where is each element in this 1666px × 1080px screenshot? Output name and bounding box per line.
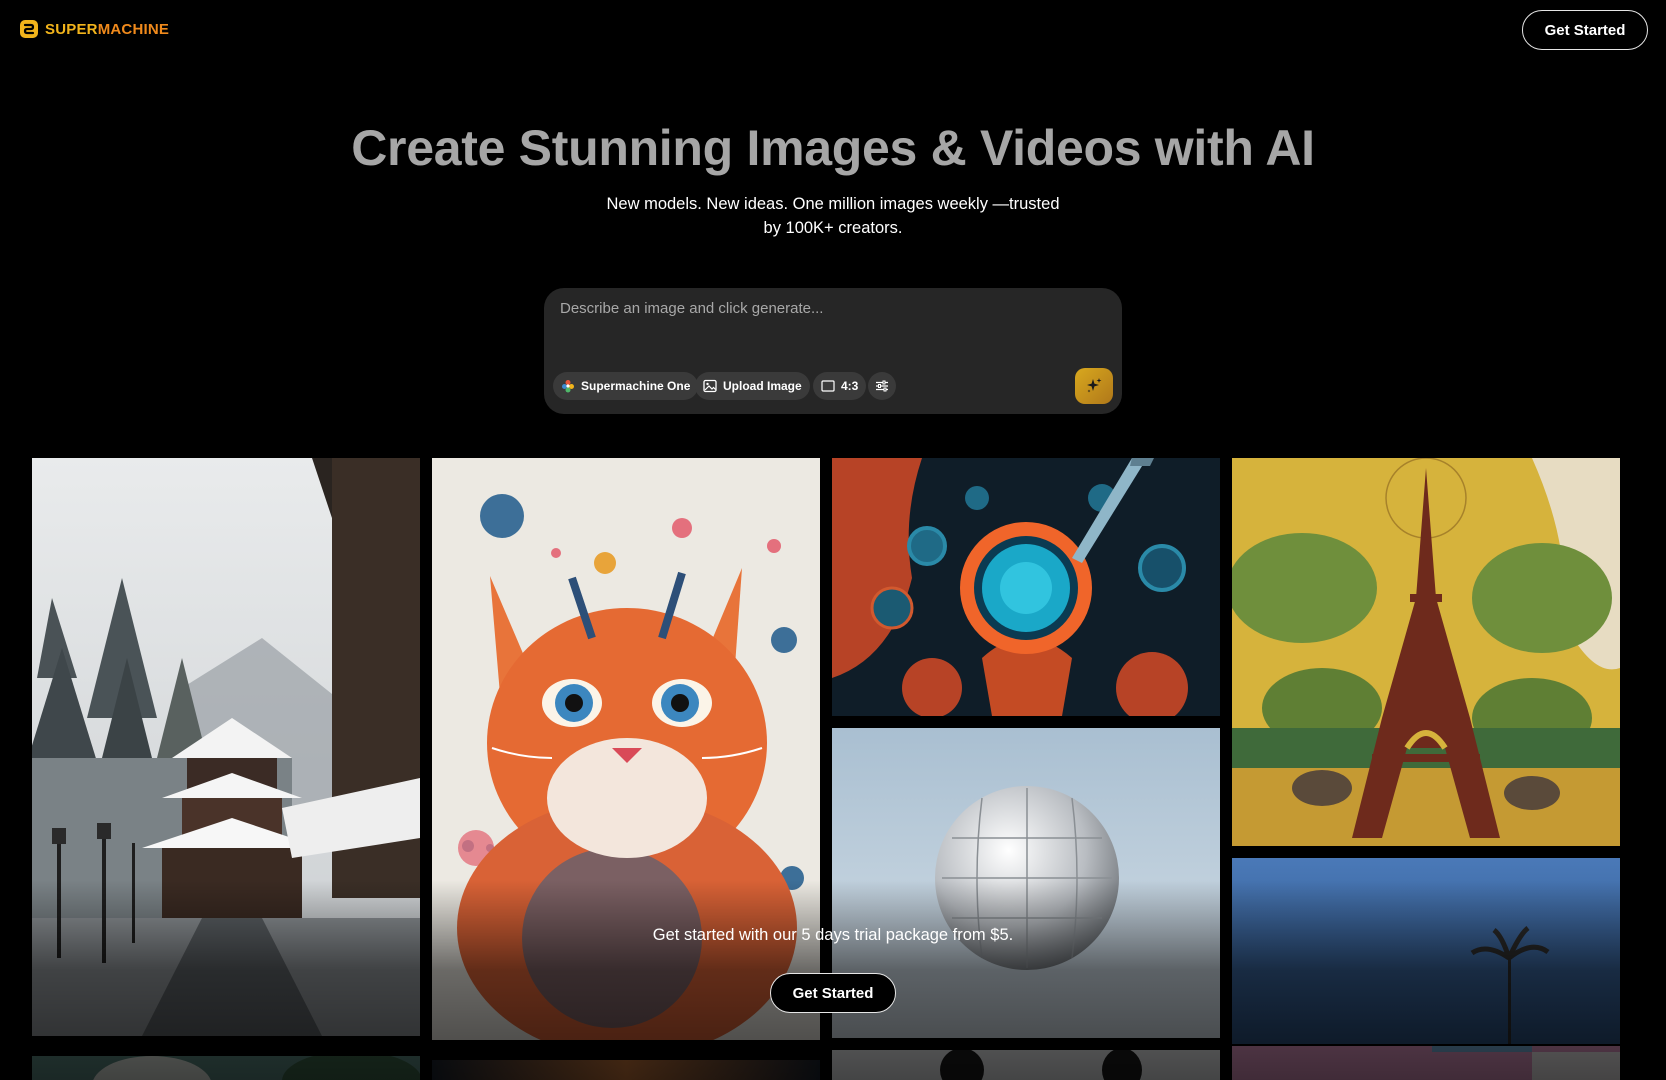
model-selector-chip[interactable]: Supermachine One (553, 372, 699, 400)
watercolor-cat-image (432, 458, 820, 1040)
orange-blur-image (432, 1060, 820, 1080)
aspect-ratio-icon (821, 380, 835, 392)
snowy-temple-image (32, 458, 420, 1036)
palm-tree-sky-image (1232, 858, 1620, 1044)
glowing-cell-image (832, 458, 1220, 716)
prompt-input[interactable] (560, 300, 1100, 360)
upload-image-chip[interactable]: Upload Image (695, 372, 810, 400)
logo-text-machine: MACHINE (97, 20, 170, 38)
supermachine-logo-icon (20, 20, 38, 38)
settings-chip[interactable] (868, 372, 896, 400)
logo-text: SUPERMACHINE (45, 21, 169, 38)
site-header: SUPERMACHINE Get Started (0, 0, 1666, 60)
gallery-item-orange-blur[interactable] (432, 1060, 820, 1080)
upload-label: Upload Image (723, 379, 802, 393)
gallery-item-watercolor-cat[interactable] (432, 458, 820, 1040)
gallery-item-glowing-cell[interactable] (832, 458, 1220, 716)
image-icon (703, 379, 717, 393)
logo[interactable]: SUPERMACHINE (19, 19, 169, 39)
prompt-box: Supermachine One Upload Image 4:3 (544, 288, 1122, 414)
gallery-item-white-flower[interactable] (32, 1056, 420, 1080)
trial-text: Get started with our 5 days trial packag… (652, 926, 1014, 944)
eiffel-tower-art-image (1232, 458, 1620, 846)
gallery-item-snowboarders[interactable] (832, 1050, 1220, 1080)
trial-get-started-button[interactable]: Get Started (770, 973, 896, 1013)
sparkle-icon (1087, 378, 1102, 393)
pink-building-image (1232, 1046, 1620, 1080)
hero-subtitle: New models. New ideas. One million image… (606, 195, 1060, 237)
gallery-item-palm-tree[interactable] (1232, 858, 1620, 1044)
gallery-item-pink-building[interactable] (1232, 1046, 1620, 1080)
model-flower-icon (562, 380, 574, 393)
header-get-started-button[interactable]: Get Started (1522, 10, 1648, 50)
logo-text-super: SUPER (45, 20, 98, 38)
gallery-item-snowy-temple[interactable] (32, 458, 420, 1036)
aspect-ratio-label: 4:3 (841, 379, 859, 393)
generate-button[interactable] (1075, 368, 1113, 404)
model-label: Supermachine One (581, 379, 691, 393)
snowboarders-image (832, 1050, 1220, 1080)
hero-title: Create Stunning Images & Videos with AI (351, 120, 1315, 176)
sliders-icon (876, 380, 888, 392)
white-flower-image (32, 1056, 420, 1080)
gallery-item-eiffel-tower[interactable] (1232, 458, 1620, 846)
aspect-ratio-chip[interactable]: 4:3 (813, 372, 867, 400)
page: SUPERMACHINE Get Started Create Stunning… (0, 0, 1666, 1080)
